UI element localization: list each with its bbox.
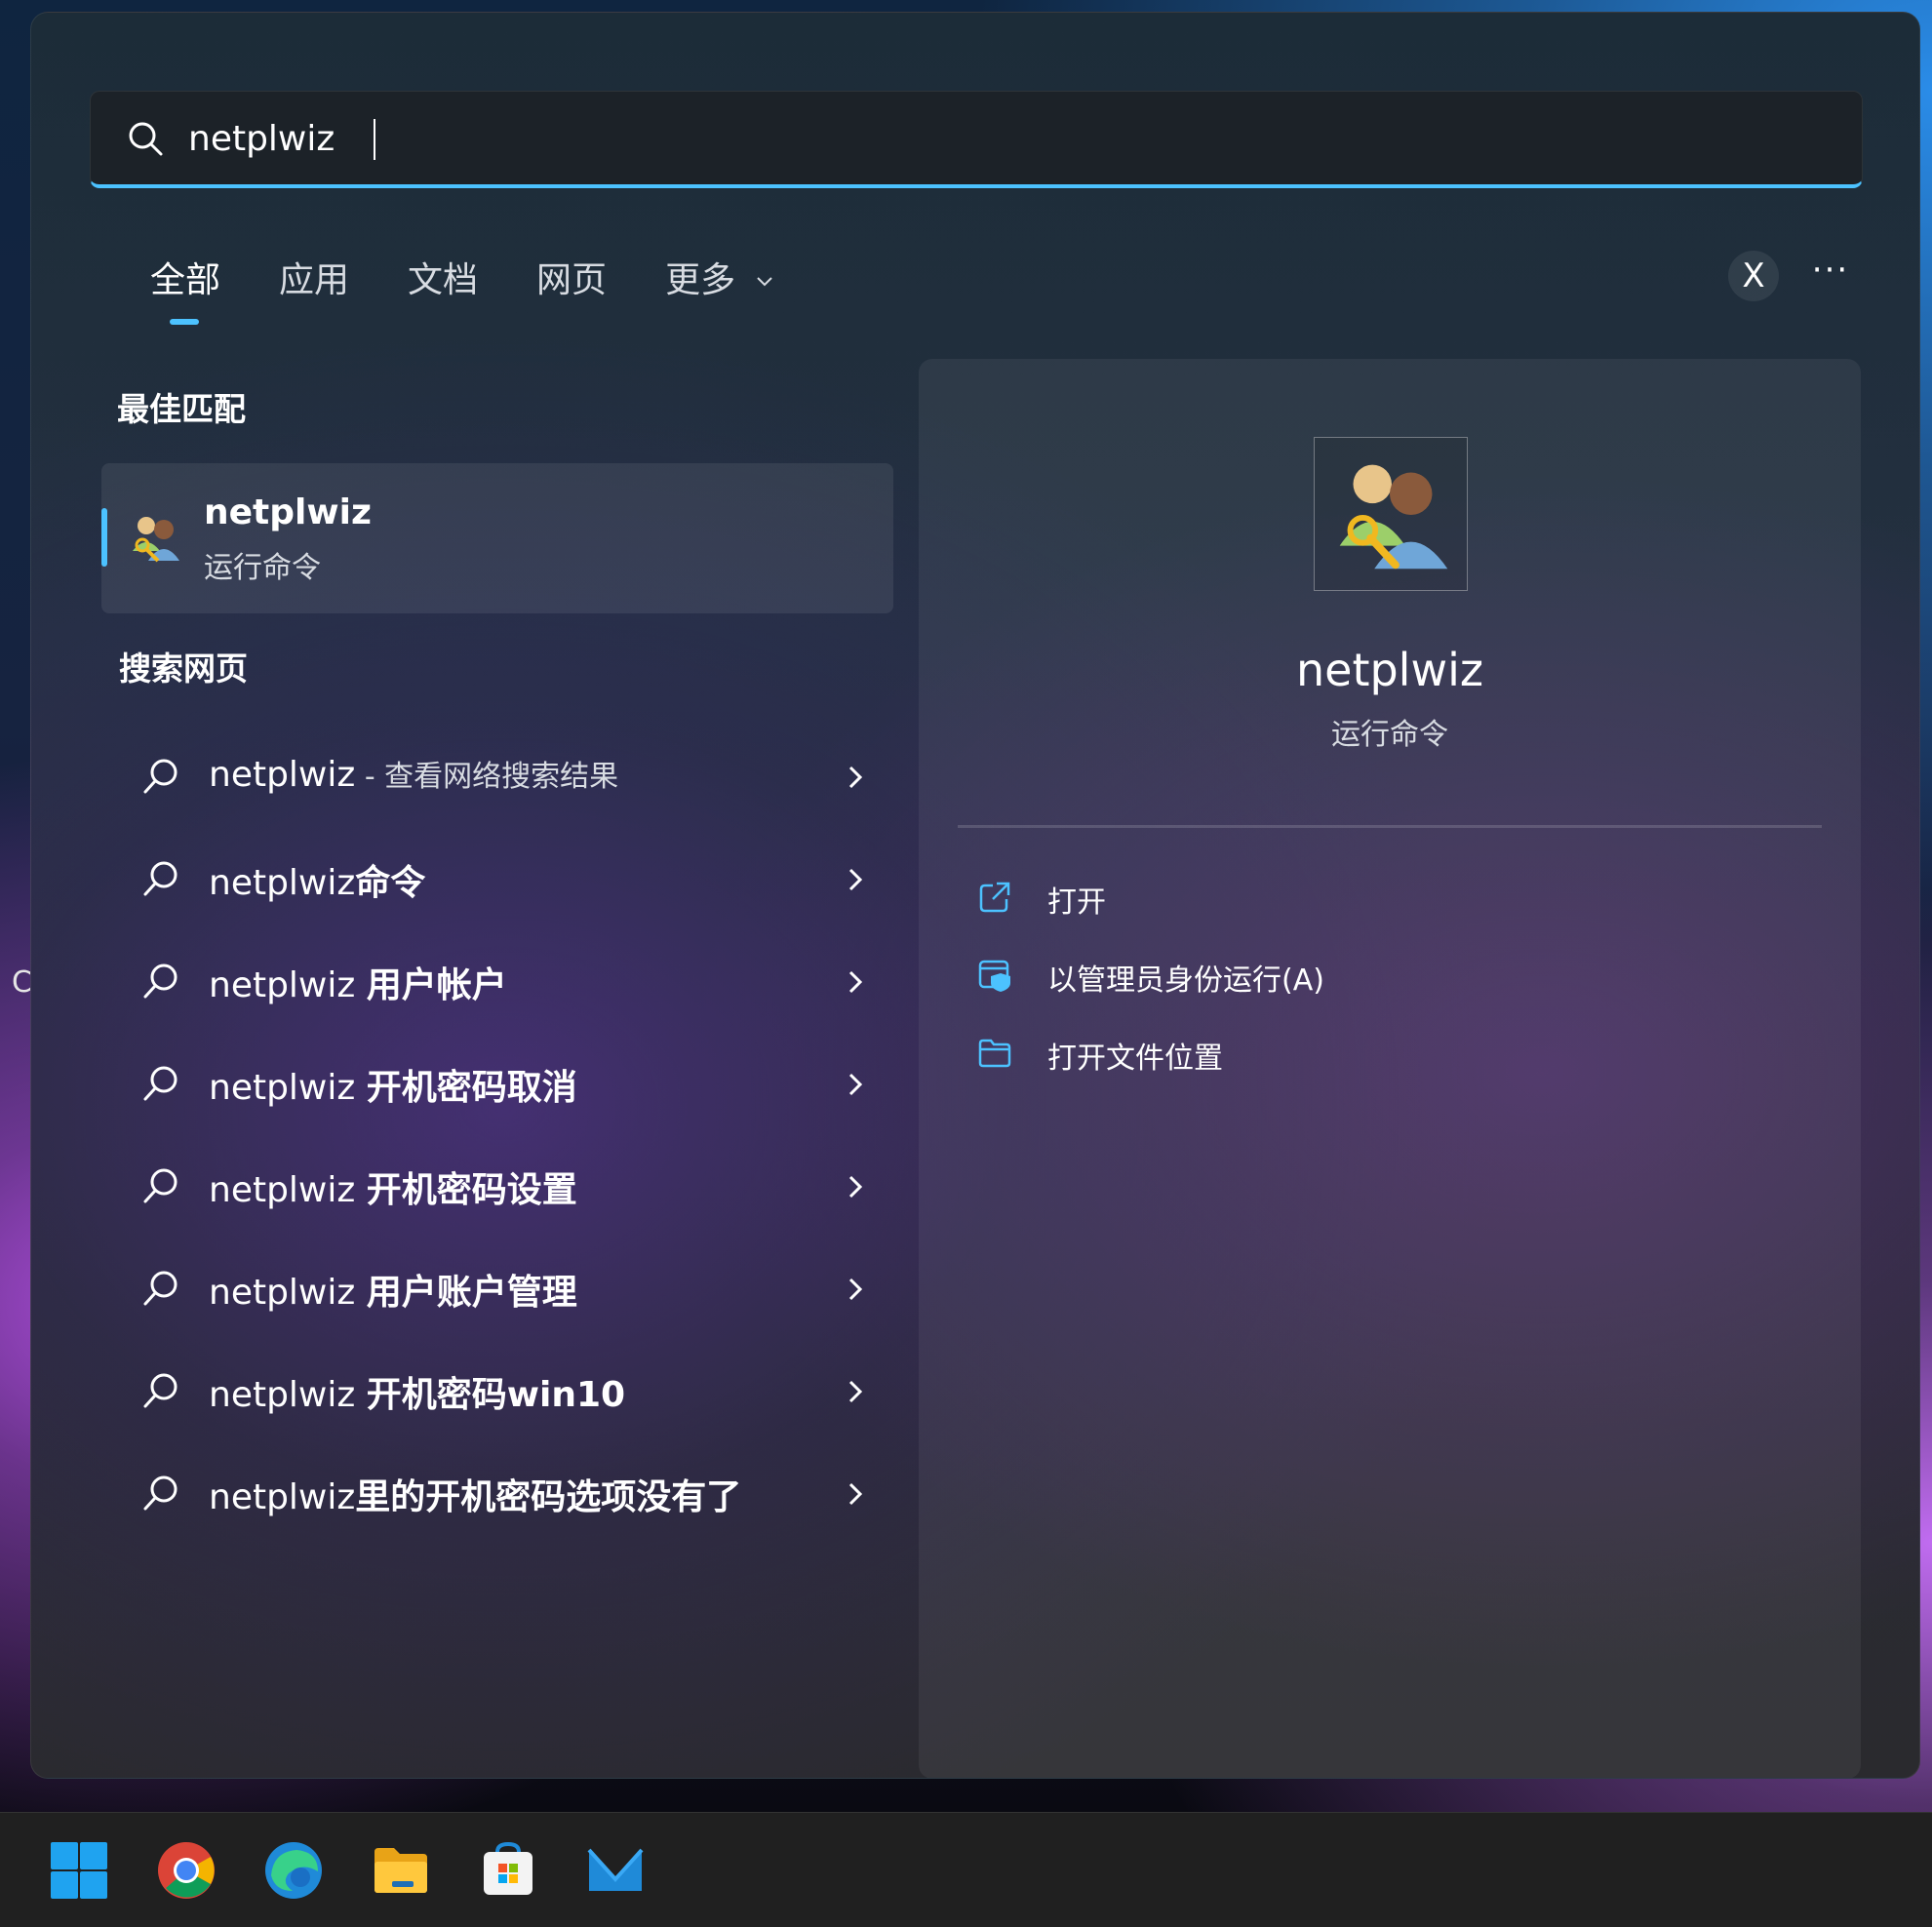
search-icon bbox=[143, 964, 177, 999]
web-search-list: netplwiz - 查看网络搜索结果 netplwiz命令 netplwiz … bbox=[101, 725, 893, 1544]
selection-indicator bbox=[101, 508, 107, 567]
active-tab-indicator bbox=[170, 319, 199, 325]
tab-all-label: 全部 bbox=[150, 260, 221, 300]
tab-all[interactable]: 全部 bbox=[119, 247, 250, 325]
detail-subtitle: 运行命令 bbox=[1331, 718, 1448, 752]
tab-more-label: 更多 bbox=[665, 260, 736, 300]
tab-apps-label: 应用 bbox=[279, 260, 350, 300]
divider bbox=[958, 825, 1822, 828]
detail-pane: netplwiz 运行命令 打开 以管理员身份运行(A) 打开文件位置 bbox=[919, 359, 1861, 1778]
desktop-peek-text: C bbox=[12, 965, 32, 1000]
search-box[interactable] bbox=[90, 91, 1863, 188]
web-search-text: netplwiz 开机密码win10 bbox=[209, 1375, 626, 1415]
web-search-item[interactable]: netplwiz 开机密码设置 bbox=[101, 1134, 893, 1237]
web-search-item[interactable]: netplwiz 用户账户管理 bbox=[101, 1237, 893, 1339]
mail-icon[interactable] bbox=[585, 1840, 646, 1901]
windows-start-icon[interactable] bbox=[49, 1840, 109, 1901]
text-caret bbox=[374, 119, 375, 160]
web-search-text: netplwiz 开机密码设置 bbox=[209, 1170, 577, 1210]
search-input[interactable] bbox=[188, 111, 1827, 166]
web-search-item[interactable]: netplwiz - 查看网络搜索结果 bbox=[101, 725, 893, 827]
web-search-text: netplwiz - 查看网络搜索结果 bbox=[209, 755, 619, 795]
admin-shield-icon bbox=[978, 960, 1010, 992]
search-icon bbox=[143, 1373, 177, 1408]
edge-icon[interactable] bbox=[263, 1840, 324, 1901]
more-options-button[interactable]: ··· bbox=[1801, 251, 1860, 301]
web-search-text: netplwiz 用户帐户 bbox=[209, 965, 507, 1005]
open-file-location-label: 打开文件位置 bbox=[1047, 1042, 1223, 1076]
chevron-right-icon bbox=[848, 1380, 863, 1403]
web-search-item[interactable]: netplwiz 开机密码取消 bbox=[101, 1032, 893, 1134]
run-as-admin-label: 以管理员身份运行(A) bbox=[1047, 964, 1324, 998]
search-icon bbox=[143, 1271, 177, 1306]
web-search-text: netplwiz命令 bbox=[209, 863, 426, 903]
tab-web[interactable]: 网页 bbox=[507, 247, 636, 315]
web-search-item[interactable]: netplwiz命令 bbox=[101, 827, 893, 929]
web-search-item[interactable]: netplwiz 开机密码win10 bbox=[101, 1339, 893, 1441]
tab-apps[interactable]: 应用 bbox=[250, 247, 378, 315]
web-search-item[interactable]: netplwiz里的开机密码选项没有了 bbox=[101, 1441, 893, 1544]
open-action-label: 打开 bbox=[1047, 885, 1106, 920]
best-match-name: netplwiz bbox=[204, 492, 372, 532]
chrome-icon[interactable] bbox=[156, 1840, 217, 1901]
x-account-button[interactable]: X bbox=[1728, 251, 1779, 301]
web-search-text: netplwiz 用户账户管理 bbox=[209, 1273, 577, 1313]
user-accounts-icon bbox=[133, 517, 179, 563]
search-panel: 全部 应用 文档 网页 更多 X ··· 最佳匹配 bbox=[30, 12, 1920, 1779]
chevron-right-icon bbox=[848, 868, 863, 891]
file-explorer-icon[interactable] bbox=[371, 1840, 431, 1901]
web-search-text: netplwiz里的开机密码选项没有了 bbox=[209, 1477, 742, 1517]
search-icon bbox=[143, 759, 177, 794]
open-file-location-action[interactable]: 打开文件位置 bbox=[958, 1024, 1822, 1084]
chevron-right-icon bbox=[848, 1278, 863, 1301]
tab-more[interactable]: 更多 bbox=[636, 247, 803, 315]
best-match-heading: 最佳匹配 bbox=[117, 390, 246, 428]
web-search-text: netplwiz 开机密码取消 bbox=[209, 1068, 577, 1108]
chevron-right-icon bbox=[848, 1175, 863, 1199]
search-icon bbox=[143, 1168, 177, 1203]
best-match-type: 运行命令 bbox=[204, 551, 321, 585]
folder-icon bbox=[978, 1039, 1011, 1068]
search-icon bbox=[143, 1475, 177, 1511]
chevron-down-icon bbox=[756, 277, 772, 287]
search-icon bbox=[143, 1066, 177, 1101]
chevron-right-icon bbox=[848, 1482, 863, 1506]
detail-title: netplwiz bbox=[1295, 644, 1484, 696]
tab-documents-label: 文档 bbox=[408, 260, 479, 300]
web-search-item[interactable]: netplwiz 用户帐户 bbox=[101, 929, 893, 1032]
web-search-heading: 搜索网页 bbox=[119, 649, 248, 688]
filter-tabs: 全部 应用 文档 网页 更多 bbox=[119, 247, 804, 325]
taskbar bbox=[0, 1812, 1932, 1927]
search-icon bbox=[143, 861, 177, 896]
user-accounts-large-icon bbox=[1314, 437, 1468, 591]
search-icon bbox=[129, 122, 163, 156]
open-action[interactable]: 打开 bbox=[958, 868, 1822, 928]
run-as-admin-action[interactable]: 以管理员身份运行(A) bbox=[958, 946, 1822, 1006]
chevron-right-icon bbox=[848, 1073, 863, 1096]
tab-web-label: 网页 bbox=[536, 260, 608, 300]
best-match-item[interactable]: netplwiz 运行命令 bbox=[101, 463, 893, 613]
chevron-right-icon bbox=[848, 970, 863, 994]
microsoft-store-icon[interactable] bbox=[478, 1840, 538, 1901]
open-external-icon bbox=[979, 882, 1010, 913]
chevron-right-icon bbox=[848, 766, 863, 789]
tab-documents[interactable]: 文档 bbox=[378, 247, 507, 315]
